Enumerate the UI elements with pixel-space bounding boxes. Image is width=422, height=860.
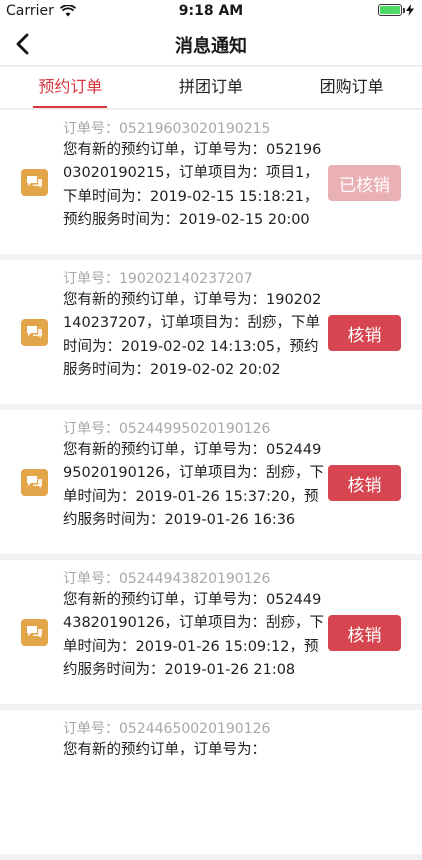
tab-bulk-purchase-orders[interactable]: 团购订单 <box>281 67 422 108</box>
message-card: 订单号：05244943820190126 您有新的预约订单，订单号为：0524… <box>0 560 422 704</box>
status-bar: Carrier 9:18 AM <box>0 0 422 22</box>
message-text: 您有新的预约订单，订单号为：05244943820190126，订单项目为：刮痧… <box>63 592 324 679</box>
order-number: 订单号：05219603020190215 <box>63 121 271 137</box>
tab-group-buy-orders[interactable]: 拼团订单 <box>141 67 282 108</box>
page-title: 消息通知 <box>175 36 247 57</box>
message-content: 订单号：05219603020190215 您有新的预约订单，订单号为：0521… <box>63 119 328 233</box>
order-number: 订单号：05244995020190126 <box>63 421 271 437</box>
message-text: 您有新的预约订单，订单号为：05219603020190215，订单项目为：项目… <box>63 142 322 229</box>
message-text: 您有新的预约订单，订单号为： <box>63 742 266 758</box>
message-icon <box>21 469 48 496</box>
message-icon <box>21 619 48 646</box>
message-icon <box>21 169 48 196</box>
message-content: 订单号：190202140237207 您有新的预约订单，订单号为：190202… <box>63 269 328 383</box>
order-number: 订单号：190202140237207 <box>63 271 253 287</box>
message-card: 订单号：05244650020190126 您有新的预约订单，订单号为： <box>0 710 422 854</box>
message-content: 订单号：05244943820190126 您有新的预约订单，订单号为：0524… <box>63 569 328 683</box>
message-card: 订单号：190202140237207 您有新的预约订单，订单号为：190202… <box>0 260 422 404</box>
message-list: 订单号：05219603020190215 您有新的预约订单，订单号为：0521… <box>0 110 422 860</box>
message-card: 订单号：05244995020190126 您有新的预约订单，订单号为：0524… <box>0 410 422 554</box>
tab-appointment-orders[interactable]: 预约订单 <box>0 67 141 108</box>
message-content: 订单号：05244995020190126 您有新的预约订单，订单号为：0524… <box>63 419 328 533</box>
message-text: 您有新的预约订单，订单号为：190202140237207，订单项目为：刮痧，下… <box>63 292 322 379</box>
verified-button: 已核销 <box>328 165 401 201</box>
battery-icon <box>378 4 405 16</box>
message-card: 订单号：05219603020190215 您有新的预约订单，订单号为：0521… <box>0 110 422 254</box>
nav-bar: 消息通知 <box>0 22 422 66</box>
verify-button[interactable]: 核销 <box>328 315 401 351</box>
verify-button[interactable]: 核销 <box>328 465 401 501</box>
message-icon <box>21 319 48 346</box>
order-tabs: 预约订单 拼团订单 团购订单 <box>0 67 422 109</box>
message-text: 您有新的预约订单，订单号为：05244995020190126，订单项目为：刮痧… <box>63 442 324 529</box>
status-time: 9:18 AM <box>178 3 244 19</box>
charging-icon <box>406 4 414 16</box>
order-number: 订单号：05244943820190126 <box>63 571 271 587</box>
order-number: 订单号：05244650020190126 <box>63 721 271 737</box>
verify-button[interactable]: 核销 <box>328 615 401 651</box>
status-right <box>378 4 414 16</box>
message-content: 订单号：05244650020190126 您有新的预约订单，订单号为： <box>63 719 328 762</box>
